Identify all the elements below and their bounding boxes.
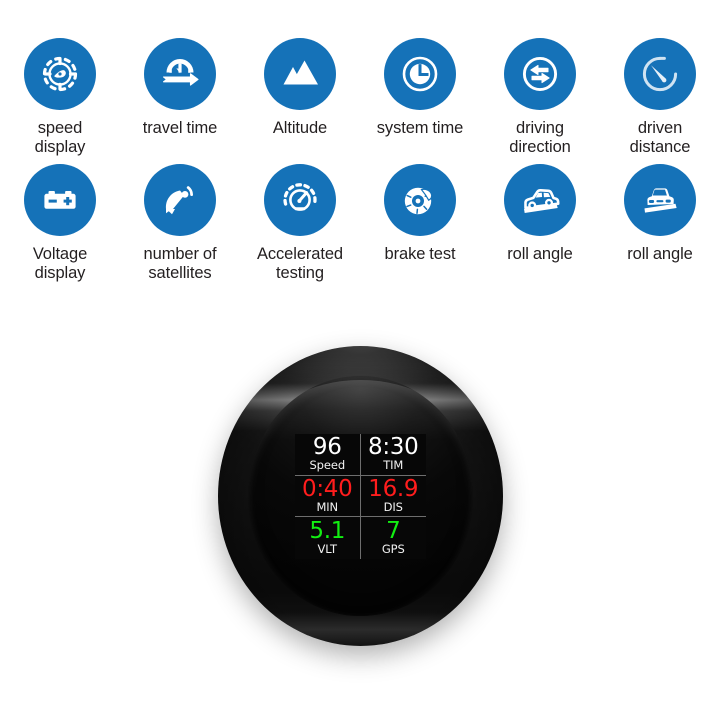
hud-gauge-device: 96 Speed 8:30 TIM 0:40 MIN 16.9 DIS 5.1 bbox=[218, 338, 503, 668]
lcd-unit: MIN bbox=[316, 500, 339, 514]
feature-label: travel time bbox=[142, 119, 218, 137]
lcd-unit: Speed bbox=[309, 458, 346, 473]
feature-label: Accelerated testing bbox=[256, 245, 344, 282]
feature-label: system time bbox=[376, 119, 464, 137]
feature-pitch-angle[interactable]: roll angle bbox=[480, 164, 600, 282]
lcd-unit: GPS bbox=[381, 542, 405, 557]
feature-label: number of satellites bbox=[143, 245, 217, 282]
car-front-slope-icon bbox=[624, 164, 696, 237]
lcd-cell-dis: 16.9 DIS bbox=[360, 475, 426, 518]
lcd-unit: VLT bbox=[317, 542, 338, 557]
lcd-value: 7 bbox=[386, 518, 401, 545]
car-battery-icon bbox=[24, 164, 96, 237]
feature-voltage-display[interactable]: Voltage display bbox=[0, 164, 120, 282]
lcd-cell-gps: 7 GPS bbox=[361, 517, 427, 559]
feature-label: Altitude bbox=[272, 119, 328, 137]
acceleration-gauge-icon bbox=[264, 164, 336, 237]
feature-driven-distance[interactable]: driven distance bbox=[600, 38, 720, 156]
satellite-dish-icon bbox=[144, 164, 216, 237]
odometer-needle-icon bbox=[624, 38, 696, 110]
car-side-slope-icon bbox=[504, 164, 576, 237]
lcd-cell-tim: 8:30 TIM bbox=[360, 434, 426, 476]
feature-system-time[interactable]: system time bbox=[360, 38, 480, 156]
feature-row: speed display travel time Altitude syste… bbox=[0, 38, 720, 156]
feature-label: Voltage display bbox=[32, 245, 88, 282]
lcd-unit: TIM bbox=[383, 458, 404, 473]
feature-brake-test[interactable]: brake test bbox=[360, 164, 480, 282]
lcd-value: 16.9 bbox=[368, 475, 419, 502]
feature-roll-angle[interactable]: roll angle bbox=[600, 164, 720, 282]
feature-speed-display[interactable]: speed display bbox=[0, 38, 120, 156]
feature-accelerated-testing[interactable]: Accelerated testing bbox=[240, 164, 360, 282]
lcd-cell-vlt: 5.1 VLT bbox=[295, 517, 361, 559]
lcd-value: 5.1 bbox=[309, 518, 346, 545]
device-glass-face: 96 Speed 8:30 TIM 0:40 MIN 16.9 DIS 5.1 bbox=[248, 376, 473, 616]
feature-label: driven distance bbox=[629, 119, 691, 156]
lcd-unit: DIS bbox=[383, 500, 403, 514]
feature-label: roll angle bbox=[507, 245, 573, 264]
mountain-altitude-icon bbox=[264, 38, 336, 110]
clock-icon bbox=[384, 38, 456, 110]
lcd-screen[interactable]: 96 Speed 8:30 TIM 0:40 MIN 16.9 DIS 5.1 bbox=[295, 434, 426, 559]
feature-label: roll angle bbox=[627, 245, 693, 264]
brake-disc-icon bbox=[384, 164, 456, 237]
feature-driving-direction[interactable]: driving direction bbox=[480, 38, 600, 156]
lcd-value: 0:40 bbox=[302, 475, 353, 502]
feature-grid: speed display travel time Altitude syste… bbox=[0, 38, 720, 283]
feature-label: brake test bbox=[384, 245, 456, 264]
lcd-cell-min: 0:40 MIN bbox=[295, 475, 361, 518]
feature-number-of-satellites[interactable]: number of satellites bbox=[120, 164, 240, 282]
feature-travel-time[interactable]: travel time bbox=[120, 38, 240, 156]
lcd-cell-speed: 96 Speed bbox=[295, 434, 361, 476]
lcd-value: 96 bbox=[312, 434, 342, 461]
glass-reflection bbox=[264, 380, 457, 440]
device-bezel: 96 Speed 8:30 TIM 0:40 MIN 16.9 DIS 5.1 bbox=[218, 346, 503, 646]
feature-row: Voltage display number of satellites Acc… bbox=[0, 164, 720, 282]
speedometer-icon bbox=[24, 38, 96, 110]
lcd-value: 8:30 bbox=[368, 434, 419, 461]
feature-label: driving direction bbox=[509, 119, 571, 156]
feature-altitude[interactable]: Altitude bbox=[240, 38, 360, 156]
travel-time-icon bbox=[144, 38, 216, 110]
two-way-arrow-icon bbox=[504, 38, 576, 110]
feature-label: speed display bbox=[34, 119, 86, 156]
